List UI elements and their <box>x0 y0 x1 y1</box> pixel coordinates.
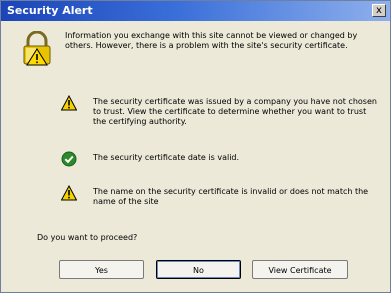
view-certificate-button[interactable]: View Certificate <box>252 260 348 279</box>
intro-message: Information you exchange with this site … <box>65 31 358 50</box>
item-text: The name on the security certificate is … <box>93 187 369 206</box>
proceed-question: Do you want to proceed? <box>37 233 138 242</box>
padlock-warning-icon <box>23 31 51 66</box>
security-alert-dialog: Security Alert x Information you exchang… <box>0 0 391 293</box>
item-text: The security certificate date is valid. <box>93 153 240 162</box>
yes-button[interactable]: Yes <box>59 260 144 279</box>
warning-icon <box>61 95 77 111</box>
check-icon <box>61 151 77 167</box>
title-bar[interactable]: Security Alert x <box>1 1 390 21</box>
warning-icon <box>61 185 77 201</box>
item-text: The security certificate was issued by a… <box>93 97 377 126</box>
no-button[interactable]: No <box>156 260 241 279</box>
close-button[interactable]: x <box>372 4 386 17</box>
dialog-title: Security Alert <box>7 4 93 17</box>
